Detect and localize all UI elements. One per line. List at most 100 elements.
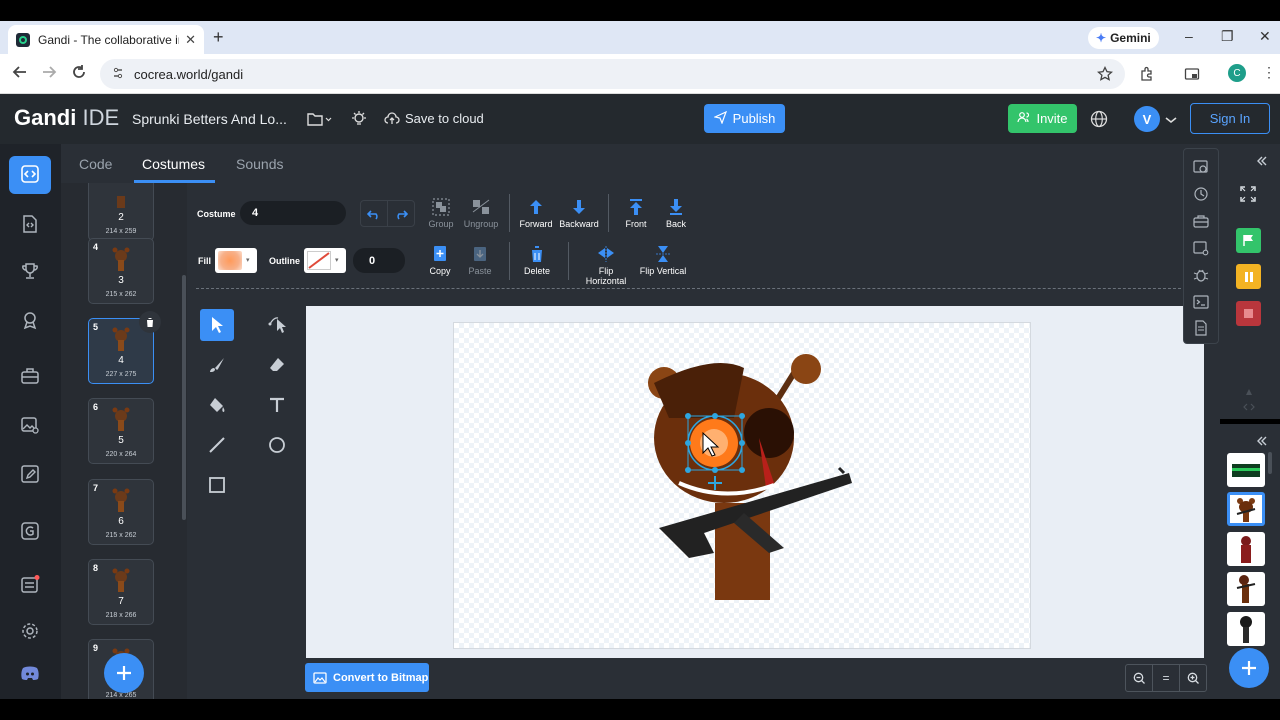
- sprite-thumbnail[interactable]: [1227, 453, 1265, 487]
- sprite-thumbnail[interactable]: [1227, 532, 1265, 566]
- image-gear-icon[interactable]: [1193, 240, 1209, 261]
- close-window-button[interactable]: ✕: [1259, 28, 1271, 45]
- front-button[interactable]: Front: [614, 198, 658, 229]
- collapse-double-chevron-icon[interactable]: [1256, 433, 1268, 451]
- gandi-logo[interactable]: Gandi IDE: [14, 105, 119, 131]
- add-costume-button[interactable]: [104, 653, 144, 693]
- close-tab-icon[interactable]: ✕: [185, 32, 196, 48]
- rail-item-file-code[interactable]: [18, 212, 42, 236]
- chevron-down-icon[interactable]: [1165, 112, 1177, 130]
- stop-button[interactable]: [1236, 301, 1261, 326]
- line-tool[interactable]: [200, 429, 234, 461]
- zoom-out-button[interactable]: [1126, 665, 1153, 691]
- rail-item-assets[interactable]: [18, 413, 42, 437]
- flip-vertical-button[interactable]: Flip Vertical: [637, 245, 689, 276]
- collapse-double-chevron-icon[interactable]: [1256, 153, 1268, 171]
- back-icon[interactable]: [12, 64, 28, 85]
- fullscreen-icon[interactable]: [1240, 186, 1256, 207]
- rail-item-trophy[interactable]: [18, 259, 42, 283]
- tab-code[interactable]: Code: [79, 156, 112, 172]
- costume-list-scrollbar[interactable]: [182, 275, 186, 520]
- flip-horizontal-button[interactable]: Flip Horizontal: [578, 245, 634, 286]
- folder-menu-icon[interactable]: [306, 111, 332, 132]
- sprite-thumbnail[interactable]: [1227, 612, 1265, 646]
- green-flag-button[interactable]: [1236, 228, 1261, 253]
- rail-item-editor-active[interactable]: [9, 156, 51, 194]
- costume-name-input[interactable]: 4: [240, 201, 346, 225]
- minimize-button[interactable]: –: [1185, 28, 1193, 44]
- language-globe-icon[interactable]: [1090, 110, 1108, 133]
- costume-item[interactable]: 7 6 215 x 262: [88, 479, 154, 545]
- forward-button[interactable]: Forward: [514, 198, 558, 229]
- gemini-button[interactable]: ✦ Gemini: [1088, 27, 1159, 49]
- site-info-icon[interactable]: [112, 67, 124, 82]
- convert-to-bitmap-button[interactable]: Convert to Bitmap: [305, 663, 429, 692]
- text-tool[interactable]: [260, 389, 294, 421]
- rail-item-award[interactable]: [18, 308, 42, 332]
- url-field[interactable]: cocrea.world/gandi: [100, 59, 1125, 89]
- artboard[interactable]: [453, 322, 1031, 649]
- rail-item-edit-image[interactable]: [18, 462, 42, 486]
- group-button[interactable]: Group: [419, 198, 463, 229]
- delete-button[interactable]: Delete: [515, 245, 559, 276]
- reshape-tool[interactable]: [260, 309, 294, 341]
- debug-bug-icon[interactable]: [1193, 267, 1209, 288]
- bookmark-star-icon[interactable]: [1096, 65, 1114, 87]
- backward-button[interactable]: Backward: [557, 198, 601, 229]
- theme-bulb-icon[interactable]: [350, 110, 368, 133]
- select-tool[interactable]: [200, 309, 234, 341]
- outline-color-picker[interactable]: ▾: [304, 248, 346, 273]
- costume-item[interactable]: 2 214 x 259: [88, 183, 154, 241]
- reload-icon[interactable]: [71, 64, 87, 85]
- rail-item-discord[interactable]: [18, 661, 42, 685]
- find-image-icon[interactable]: [1193, 159, 1209, 180]
- add-sprite-button[interactable]: [1229, 648, 1269, 688]
- sprite-thumbnail[interactable]: [1227, 572, 1265, 606]
- paste-button[interactable]: Paste: [458, 245, 502, 276]
- costume-item[interactable]: 4 3 215 x 262: [88, 238, 154, 304]
- fill-tool[interactable]: [200, 389, 234, 421]
- user-avatar[interactable]: V: [1134, 106, 1160, 132]
- history-icon[interactable]: [1193, 186, 1209, 207]
- toolbox-icon[interactable]: [1193, 213, 1209, 234]
- rail-item-settings[interactable]: [18, 619, 42, 643]
- costume-item[interactable]: 8 7 218 x 266: [88, 559, 154, 625]
- rectangle-tool[interactable]: [200, 469, 234, 501]
- rail-item-extensions[interactable]: [18, 364, 42, 388]
- brush-tool[interactable]: [200, 349, 234, 381]
- sign-in-button[interactable]: Sign In: [1190, 103, 1270, 134]
- new-tab-button[interactable]: +: [213, 27, 224, 48]
- extensions-icon[interactable]: [1139, 66, 1155, 87]
- back-button[interactable]: Back: [654, 198, 698, 229]
- zoom-reset-button[interactable]: =: [1153, 665, 1180, 691]
- maximize-button[interactable]: ❐: [1221, 28, 1234, 45]
- rail-item-gandi[interactable]: [18, 519, 42, 543]
- undo-button[interactable]: [361, 201, 387, 226]
- costume-item[interactable]: 6 5 220 x 264: [88, 398, 154, 464]
- forward-icon[interactable]: [41, 64, 57, 85]
- terminal-icon[interactable]: [1193, 294, 1209, 315]
- browser-tab[interactable]: Gandi - The collaborative in-bro ✕: [8, 25, 204, 54]
- browser-menu-icon[interactable]: ⋮: [1262, 64, 1276, 81]
- redo-button[interactable]: [387, 201, 414, 226]
- rail-item-notifications[interactable]: [18, 572, 42, 596]
- profile-avatar[interactable]: C: [1228, 64, 1246, 82]
- outline-width-input[interactable]: 0: [353, 248, 405, 273]
- zoom-in-button[interactable]: [1180, 665, 1206, 691]
- project-title[interactable]: Sprunki Betters And Lo...: [132, 111, 287, 127]
- tab-costumes[interactable]: Costumes: [142, 156, 205, 172]
- document-icon[interactable]: [1193, 320, 1209, 341]
- ungroup-button[interactable]: Ungroup: [459, 198, 503, 229]
- copy-button[interactable]: Copy: [418, 245, 462, 276]
- sprite-thumbnail-selected[interactable]: [1227, 492, 1265, 526]
- cast-icon[interactable]: [1184, 66, 1200, 87]
- sprites-scrollbar[interactable]: [1268, 452, 1272, 474]
- tab-sounds[interactable]: Sounds: [236, 156, 283, 172]
- publish-button[interactable]: Publish: [704, 104, 785, 133]
- invite-button[interactable]: Invite: [1008, 104, 1077, 133]
- fill-color-picker[interactable]: ▾: [215, 248, 257, 273]
- eraser-tool[interactable]: [260, 349, 294, 381]
- save-to-cloud-button[interactable]: Save to cloud: [405, 111, 484, 126]
- delete-costume-button[interactable]: [139, 311, 161, 333]
- pause-button[interactable]: [1236, 264, 1261, 289]
